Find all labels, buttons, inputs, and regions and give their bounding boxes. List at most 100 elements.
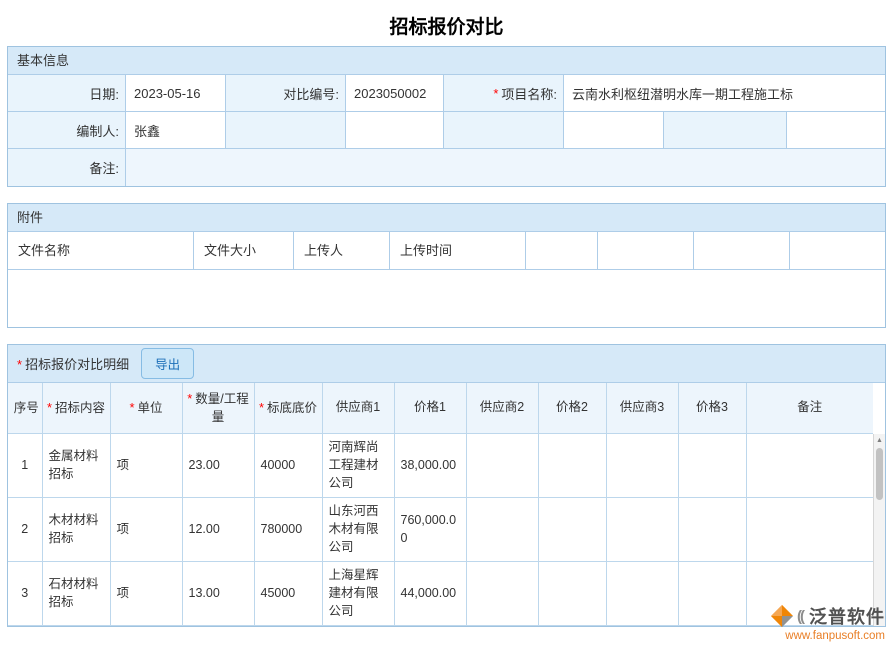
cell-price2 (538, 497, 606, 561)
fanpu-logo-icon (770, 604, 794, 628)
col-unit: *单位 (110, 383, 182, 433)
empty-cell (444, 112, 564, 149)
cell-price2 (538, 433, 606, 497)
attachments-col-empty (694, 232, 790, 270)
col-seq: 序号 (8, 383, 42, 433)
cell-supplier1: 上海星辉建材有限公司 (322, 561, 394, 625)
compare-no-label: 对比编号: (226, 75, 346, 112)
cell-price1: 760,000.00 (394, 497, 466, 561)
empty-cell (664, 112, 787, 149)
page-title: 招标报价对比 (0, 0, 893, 46)
cell-supplier1: 河南辉尚工程建材公司 (322, 433, 394, 497)
cell-quantity: 23.00 (182, 433, 254, 497)
logo-marks: (( (797, 608, 806, 625)
cell-seq: 1 (8, 433, 42, 497)
remark-label: 备注: (8, 149, 126, 186)
attachments-col-uploader: 上传人 (294, 232, 390, 270)
watermark: (( 泛普软件 www.fanpusoft.com (770, 603, 885, 642)
detail-table: 序号 *招标内容 *单位 *数量/工程量 *标底底价 供应商1 价格1 供应商2… (8, 383, 873, 626)
empty-cell (346, 112, 444, 149)
attachments-empty-list (8, 270, 885, 327)
date-label: 日期: (8, 75, 126, 112)
empty-cell (787, 112, 885, 149)
detail-row: 1 金属材料招标 项 23.00 40000 河南辉尚工程建材公司 38,000… (8, 433, 873, 497)
author-value: 张鑫 (126, 112, 226, 149)
col-supplier1: 供应商1 (322, 383, 394, 433)
date-value: 2023-05-16 (126, 75, 226, 112)
cell-unit: 项 (110, 433, 182, 497)
detail-row: 3 石材材料招标 项 13.00 45000 上海星辉建材有限公司 44,000… (8, 561, 873, 625)
basic-info-section: 基本信息 日期: 2023-05-16 对比编号: 2023050002 * 项… (7, 46, 886, 187)
export-button[interactable]: 导出 (141, 348, 194, 379)
cell-quantity: 13.00 (182, 561, 254, 625)
col-supplier2: 供应商2 (466, 383, 538, 433)
remark-value (126, 149, 885, 186)
cell-base-price: 780000 (254, 497, 322, 561)
attachments-col-empty (526, 232, 598, 270)
detail-section: *招标报价对比明细 导出 序号 *招标内容 *单位 *数量/工程量 *标底底价 … (7, 344, 886, 627)
cell-unit: 项 (110, 497, 182, 561)
col-quantity: *数量/工程量 (182, 383, 254, 433)
cell-supplier3 (606, 497, 678, 561)
empty-cell (226, 112, 346, 149)
cell-remark (746, 497, 873, 561)
required-asterisk: * (17, 357, 22, 372)
cell-seq: 2 (8, 497, 42, 561)
attachments-section: 附件 文件名称 文件大小 上传人 上传时间 (7, 203, 886, 328)
author-label: 编制人: (8, 112, 126, 149)
scrollbar-thumb[interactable] (876, 448, 883, 500)
col-base-price: *标底底价 (254, 383, 322, 433)
cell-price3 (678, 497, 746, 561)
detail-header-row: 序号 *招标内容 *单位 *数量/工程量 *标底底价 供应商1 价格1 供应商2… (8, 383, 873, 433)
watermark-brand-row: (( 泛普软件 (770, 603, 885, 629)
attachments-section-header: 附件 (8, 204, 885, 232)
detail-table-wrap: 序号 *招标内容 *单位 *数量/工程量 *标底底价 供应商1 价格1 供应商2… (8, 383, 885, 626)
cell-unit: 项 (110, 561, 182, 625)
attachments-col-empty (598, 232, 694, 270)
cell-price3 (678, 561, 746, 625)
vertical-scrollbar[interactable]: ▲ (873, 434, 885, 626)
attachments-col-uploadtime: 上传时间 (390, 232, 526, 270)
cell-supplier3 (606, 561, 678, 625)
col-price1: 价格1 (394, 383, 466, 433)
col-price2: 价格2 (538, 383, 606, 433)
cell-remark (746, 433, 873, 497)
project-name-label: * 项目名称: (444, 75, 564, 112)
attachments-col-filename: 文件名称 (8, 232, 194, 270)
col-content: *招标内容 (42, 383, 110, 433)
cell-content: 石材材料招标 (42, 561, 110, 625)
cell-price1: 38,000.00 (394, 433, 466, 497)
attachments-header-row: 文件名称 文件大小 上传人 上传时间 (8, 232, 885, 270)
scroll-up-arrow[interactable]: ▲ (874, 434, 885, 447)
cell-content: 木材材料招标 (42, 497, 110, 561)
basic-info-section-header: 基本信息 (8, 47, 885, 75)
cell-base-price: 45000 (254, 561, 322, 625)
cell-price1: 44,000.00 (394, 561, 466, 625)
attachments-col-empty (790, 232, 885, 270)
cell-supplier2 (466, 497, 538, 561)
basic-info-row-2: 编制人: 张鑫 (8, 112, 885, 149)
attachments-col-filesize: 文件大小 (194, 232, 294, 270)
cell-seq: 3 (8, 561, 42, 625)
watermark-brand: 泛普软件 (809, 603, 885, 629)
cell-base-price: 40000 (254, 433, 322, 497)
col-price3: 价格3 (678, 383, 746, 433)
detail-section-header: *招标报价对比明细 导出 (8, 345, 885, 383)
cell-supplier1: 山东河西木材有限公司 (322, 497, 394, 561)
detail-section-title: *招标报价对比明细 (17, 354, 129, 373)
cell-supplier2 (466, 561, 538, 625)
detail-row: 2 木材材料招标 项 12.00 780000 山东河西木材有限公司 760,0… (8, 497, 873, 561)
cell-supplier3 (606, 433, 678, 497)
basic-info-row-1: 日期: 2023-05-16 对比编号: 2023050002 * 项目名称: … (8, 75, 885, 112)
project-name-value: 云南水利枢纽潜明水库一期工程施工标 (564, 75, 885, 112)
col-remark: 备注 (746, 383, 873, 433)
watermark-url: www.fanpusoft.com (770, 630, 885, 642)
cell-price3 (678, 433, 746, 497)
col-supplier3: 供应商3 (606, 383, 678, 433)
compare-no-value: 2023050002 (346, 75, 444, 112)
cell-content: 金属材料招标 (42, 433, 110, 497)
cell-quantity: 12.00 (182, 497, 254, 561)
required-asterisk: * (493, 86, 498, 101)
cell-supplier2 (466, 433, 538, 497)
basic-info-row-3: 备注: (8, 149, 885, 186)
